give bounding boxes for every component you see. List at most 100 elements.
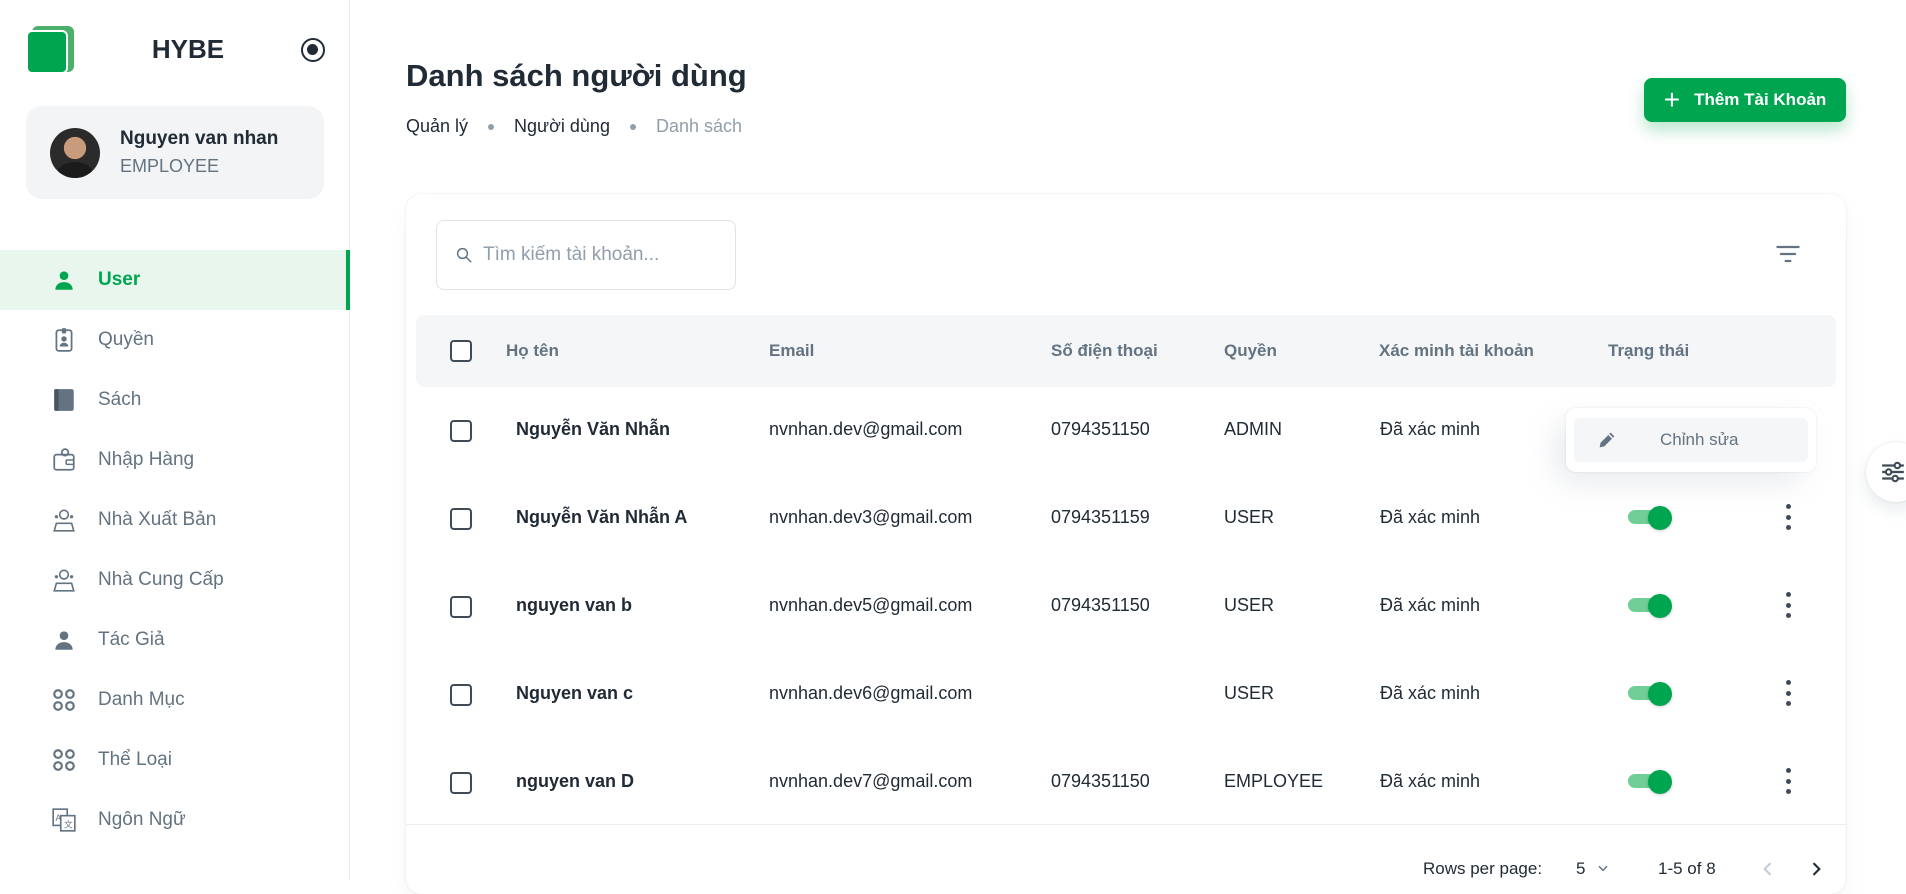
sidebar-item-the-loai[interactable]: Thể Loại [0, 730, 350, 790]
sidebar-item-user[interactable]: User [0, 250, 350, 310]
sidebar-item-label: Nhà Cung Cấp [98, 569, 224, 590]
search-box[interactable] [436, 220, 736, 290]
cell-verified: Đã xác minh [1380, 595, 1481, 615]
select-all-checkbox[interactable] [450, 340, 472, 362]
next-page-icon[interactable] [1806, 859, 1826, 879]
rows-per-page-label: Rows per page: [1423, 859, 1543, 878]
cell-name: Nguyen van c [516, 683, 634, 703]
logo-icon[interactable] [26, 26, 74, 74]
sliders-icon [1882, 461, 1904, 483]
cell-role: ADMIN [1224, 419, 1282, 439]
row-checkbox[interactable] [450, 508, 472, 530]
more-options-icon[interactable] [1784, 680, 1792, 706]
cell-email: nvnhan.dev5@gmail.com [769, 595, 973, 615]
category-icon [50, 686, 78, 714]
sidebar-item-quyen[interactable]: Quyền [0, 310, 350, 370]
translate-icon: A文 [50, 806, 78, 834]
user-icon [50, 266, 78, 294]
sidebar-item-danh-muc[interactable]: Danh Mục [0, 670, 350, 730]
cell-phone: 0794351159 [1051, 507, 1150, 527]
row-checkbox[interactable] [450, 420, 472, 442]
add-account-label: Thêm Tài Khoản [1694, 90, 1827, 109]
cell-email: nvnhan.dev@gmail.com [769, 419, 963, 439]
column-header-email[interactable]: Email [769, 341, 814, 361]
sidebar-item-nhap-hang[interactable]: Nhập Hàng [0, 430, 350, 490]
id-badge-icon [50, 326, 78, 354]
edit-menu-item[interactable]: Chỉnh sửa [1574, 418, 1808, 462]
cell-name: nguyen van D [516, 771, 635, 791]
more-options-icon[interactable] [1784, 768, 1792, 794]
column-header-phone[interactable]: Số điện thoại [1051, 341, 1158, 361]
chevron-down-icon[interactable] [1596, 861, 1610, 875]
author-icon [50, 626, 78, 654]
row-actions-popover: Chỉnh sửa [1566, 408, 1816, 472]
sidebar-item-label: Thể Loại [98, 749, 172, 770]
sidebar: HYBE Nguyen van nhan EMPLOYEE User Quyền… [0, 0, 350, 880]
cell-role: USER [1224, 507, 1275, 527]
cell-verified: Đã xác minh [1380, 683, 1481, 703]
wallet-icon [50, 446, 78, 474]
search-input[interactable] [483, 244, 723, 266]
status-toggle[interactable] [1624, 682, 1672, 706]
sidebar-item-label: Danh Mục [98, 689, 185, 710]
settings-button[interactable] [1866, 442, 1906, 502]
breadcrumb-item[interactable]: Người dùng [514, 116, 610, 137]
sidebar-item-nha-cung-cap[interactable]: Nhà Cung Cấp [0, 550, 350, 610]
table-row[interactable]: Nguyễn Văn Nhẫn A nvnhan.dev3@gmail.com … [406, 474, 1846, 562]
table-row[interactable]: Nguyen van c nvnhan.dev6@gmail.com USER … [406, 650, 1846, 738]
sidebar-item-label: Nhập Hàng [98, 449, 195, 470]
column-header-status[interactable]: Trạng thái [1608, 341, 1689, 361]
search-icon [456, 247, 472, 263]
pencil-icon [1599, 432, 1615, 448]
table-pagination: Rows per page: 5 1-5 of 8 [406, 824, 1846, 894]
cell-verified: Đã xác minh [1380, 419, 1481, 439]
publisher-icon [50, 506, 78, 534]
breadcrumb-current: Danh sách [655, 116, 743, 136]
row-checkbox[interactable] [450, 596, 472, 618]
svg-text:文: 文 [64, 819, 73, 831]
sidebar-item-label: Ngôn Ngữ [98, 809, 186, 830]
genre-icon [50, 746, 78, 774]
page-title: Danh sách người dùng [406, 58, 747, 93]
sidebar-item-tac-gia[interactable]: Tác Giả [0, 610, 350, 670]
avatar [50, 128, 100, 178]
pagination-range: 1-5 of 8 [1658, 859, 1716, 878]
more-options-icon[interactable] [1784, 592, 1792, 618]
row-checkbox[interactable] [450, 684, 472, 706]
cell-email: nvnhan.dev3@gmail.com [769, 507, 973, 527]
breadcrumb-separator [629, 123, 636, 130]
cell-phone: 0794351150 [1051, 419, 1150, 439]
sidebar-item-ngon-ngu[interactable]: A文 Ngôn Ngữ [0, 790, 350, 850]
breadcrumb: Quản lý Người dùng Danh sách [406, 116, 742, 137]
add-account-button[interactable]: + Thêm Tài Khoản [1644, 78, 1846, 122]
row-checkbox[interactable] [450, 772, 472, 794]
cell-role: USER [1224, 595, 1275, 615]
account-role: EMPLOYEE [120, 156, 220, 176]
sidebar-item-sach[interactable]: Sách [0, 370, 350, 430]
status-toggle[interactable] [1624, 770, 1672, 794]
cell-verified: Đã xác minh [1380, 507, 1481, 527]
cell-role: EMPLOYEE [1224, 771, 1324, 791]
sidebar-collapse-toggle[interactable] [301, 38, 325, 62]
sidebar-item-label: Nhà Xuất Bản [98, 509, 217, 530]
rows-per-page-select[interactable]: 5 [1576, 859, 1585, 879]
svg-text:A: A [55, 814, 61, 824]
sidebar-item-nha-xuat-ban[interactable]: Nhà Xuất Bản [0, 490, 350, 550]
column-header-role[interactable]: Quyền [1224, 341, 1277, 361]
table-row[interactable]: nguyen van D nvnhan.dev7@gmail.com 07943… [406, 738, 1846, 826]
cell-phone: 0794351150 [1051, 595, 1150, 615]
table-row[interactable]: nguyen van b nvnhan.dev5@gmail.com 07943… [406, 562, 1846, 650]
filter-icon[interactable] [1774, 240, 1802, 268]
breadcrumb-item[interactable]: Quản lý [406, 116, 468, 137]
column-header-name[interactable]: Họ tên [506, 341, 559, 361]
column-header-verified[interactable]: Xác minh tài khoản [1379, 341, 1534, 361]
plus-icon: + [1663, 84, 1681, 115]
previous-page-icon[interactable] [1758, 859, 1778, 879]
more-options-icon[interactable] [1784, 504, 1792, 530]
cell-name: nguyen van b [516, 595, 633, 615]
account-card[interactable]: Nguyen van nhan EMPLOYEE [26, 106, 324, 199]
status-toggle[interactable] [1624, 594, 1672, 618]
cell-name: Nguyễn Văn Nhẫn A [516, 507, 688, 527]
status-toggle[interactable] [1624, 506, 1672, 530]
breadcrumb-separator [488, 123, 495, 130]
